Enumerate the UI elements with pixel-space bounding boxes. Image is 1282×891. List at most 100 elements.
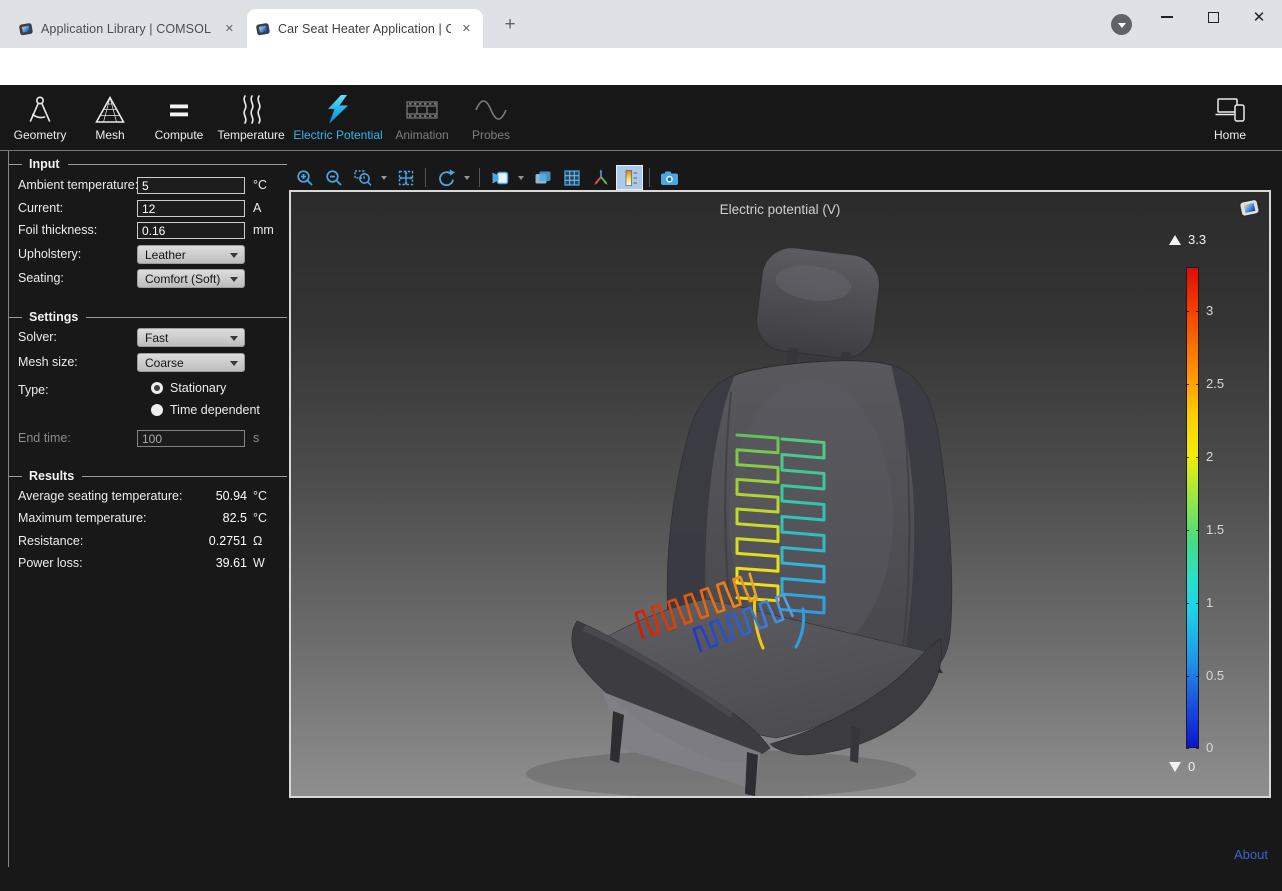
section-input-title: Input (9, 157, 287, 171)
type-label: Type: (18, 383, 49, 397)
tab-close-icon[interactable]: ✕ (221, 20, 238, 37)
solver-value: Fast (145, 331, 168, 345)
chevron-down-icon[interactable] (464, 176, 470, 180)
chevron-down-icon (230, 253, 238, 258)
color-legend-toggle-icon[interactable] (616, 165, 643, 190)
legend-max-value: 3.3 (1188, 232, 1206, 247)
seating-dropdown[interactable]: Comfort (Soft) (137, 269, 245, 288)
zoom-extents-icon[interactable] (392, 165, 419, 190)
current-field[interactable] (137, 200, 245, 217)
ambient-temperature-field[interactable] (137, 177, 245, 194)
solver-dropdown[interactable]: Fast (137, 328, 245, 347)
legend-tick: 2.5 (1206, 376, 1224, 391)
seating-label: Seating: (18, 271, 64, 285)
stationary-radio[interactable]: Stationary (151, 381, 226, 395)
browser-url-bar: comsol.com/server-demo/app/car_seat_heat… (0, 48, 1282, 85)
legend-tick: 1 (1206, 595, 1213, 610)
legend-tick: 1.5 (1206, 522, 1224, 537)
reset-view-icon[interactable] (432, 165, 459, 190)
upholstery-dropdown[interactable]: Leather (137, 245, 245, 264)
comsol-logo (1238, 197, 1262, 219)
chevron-down-icon[interactable] (381, 176, 387, 180)
result-unit: W (253, 556, 265, 570)
tab-application-library[interactable]: Application Library | COMSOL Se ✕ (10, 9, 246, 48)
time-dependent-radio[interactable]: Time dependent (151, 403, 260, 417)
electric-potential-bolt-icon (321, 93, 355, 127)
radio-selected-icon (151, 382, 163, 394)
toolbar-separator (425, 168, 426, 187)
grid-icon[interactable] (558, 165, 585, 190)
seating-value: Comfort (Soft) (145, 272, 220, 286)
legend-tick: 0.5 (1206, 668, 1224, 683)
chevron-down-icon (230, 277, 238, 282)
window-minimize-button[interactable] (1146, 3, 1188, 31)
section-results-title: Results (9, 469, 287, 483)
settings-sidebar: Input Ambient temperature: °C Current: A… (8, 151, 286, 867)
browser-update-icon[interactable] (1111, 14, 1132, 35)
end-time-label: End time: (18, 431, 71, 445)
probes-wave-icon (473, 93, 509, 127)
radio-icon (151, 404, 163, 416)
mesh-size-dropdown[interactable]: Coarse (137, 353, 245, 372)
new-tab-button[interactable]: + (498, 13, 522, 37)
upholstery-value: Leather (145, 248, 186, 262)
result-value: 50.94 (137, 489, 247, 503)
legend-tick: 2 (1206, 449, 1213, 464)
window-close-button[interactable]: ✕ (1238, 3, 1280, 31)
stationary-label: Stationary (170, 381, 226, 395)
foil-thickness-field[interactable] (137, 222, 245, 239)
legend-tick: 0 (1206, 740, 1213, 755)
result-label: Maximum temperature: (18, 511, 147, 525)
tab-close-icon[interactable]: ✕ (458, 20, 475, 37)
chevron-down-icon (230, 361, 238, 366)
result-unit: Ω (253, 534, 262, 548)
result-value: 39.61 (137, 556, 247, 570)
result-label: Power loss: (18, 556, 83, 570)
comsol-favicon (255, 21, 271, 37)
chevron-down-icon[interactable] (518, 176, 524, 180)
axes-icon[interactable] (587, 165, 614, 190)
ribbon-label: Probes (472, 128, 510, 142)
section-settings-title: Settings (9, 310, 287, 324)
ribbon-home-button[interactable]: Home (1165, 93, 1282, 142)
graphics-toolbar (291, 164, 683, 191)
temperature-waves-icon (234, 93, 268, 127)
zoom-out-icon[interactable] (320, 165, 347, 190)
time-dependent-label: Time dependent (170, 403, 260, 417)
current-label: Current: (18, 201, 63, 215)
comsol-favicon (18, 21, 34, 37)
ambient-temperature-unit: °C (253, 178, 267, 192)
plot-title: Electric potential (V) (291, 202, 1269, 217)
foil-thickness-unit: mm (253, 223, 274, 237)
zoom-in-icon[interactable] (291, 165, 318, 190)
graphics-canvas[interactable]: Electric potential (V) 3.3 3 2.5 2 1.5 1… (289, 190, 1271, 798)
about-link[interactable]: About (1234, 847, 1268, 862)
transparency-icon[interactable] (529, 165, 556, 190)
max-triangle-icon (1169, 235, 1181, 245)
tab-title: Car Seat Heater Application | CO (278, 22, 451, 36)
scene-light-icon[interactable] (486, 165, 513, 190)
foil-thickness-label: Foil thickness: (18, 223, 97, 237)
snapshot-camera-icon[interactable] (656, 165, 683, 190)
result-value: 0.2751 (137, 534, 247, 548)
upholstery-label: Upholstery: (18, 247, 81, 261)
seat-3d-view[interactable] (291, 192, 1269, 796)
mesh-size-label: Mesh size: (18, 355, 78, 369)
chevron-down-icon (230, 336, 238, 341)
result-unit: °C (253, 489, 267, 503)
legend-min-marker: 0 (1169, 759, 1195, 774)
result-label: Resistance: (18, 534, 83, 548)
solver-label: Solver: (18, 330, 57, 344)
app-ribbon: Geometry Mesh Compute Temperature (0, 85, 1282, 150)
ribbon-label: Home (1214, 128, 1246, 142)
toolbar-separator (479, 168, 480, 187)
zoom-box-icon[interactable] (349, 165, 376, 190)
ambient-temperature-label: Ambient temperature: (18, 178, 138, 192)
result-value: 82.5 (137, 511, 247, 525)
window-maximize-button[interactable] (1192, 3, 1234, 31)
current-unit: A (253, 201, 261, 215)
end-time-field (137, 430, 245, 447)
tab-car-seat-heater[interactable]: Car Seat Heater Application | CO ✕ (247, 9, 483, 48)
home-devices-icon (1212, 93, 1248, 127)
result-unit: °C (253, 511, 267, 525)
